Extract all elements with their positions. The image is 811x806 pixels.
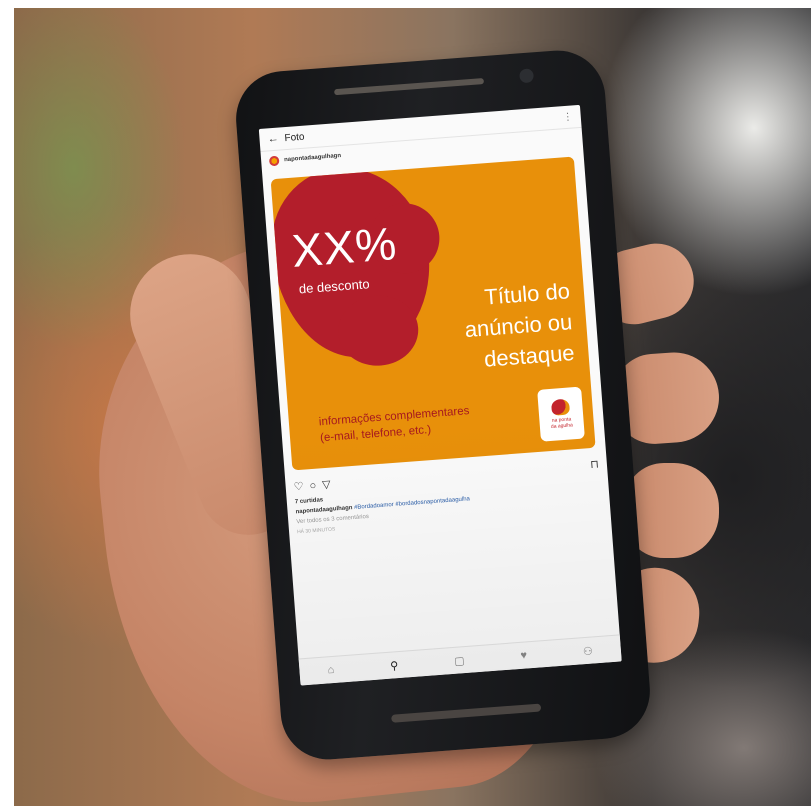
like-heart-icon[interactable]: ♡ bbox=[293, 480, 304, 494]
back-arrow-icon[interactable]: ← bbox=[267, 133, 279, 146]
discount-text: XX% bbox=[290, 217, 399, 277]
comment-icon[interactable]: ○ bbox=[309, 479, 317, 491]
smartphone: ← Foto ⋮ napontadaagulhagn XX% de descon… bbox=[232, 47, 654, 763]
earpiece-speaker bbox=[334, 78, 485, 96]
avatar[interactable] bbox=[268, 155, 280, 167]
phone-screen: ← Foto ⋮ napontadaagulhagn XX% de descon… bbox=[258, 104, 622, 686]
ad-image[interactable]: XX% de desconto Título do anúncio ou des… bbox=[270, 156, 596, 471]
bottom-navigation: ⌂ ⚲ ▢ ♥ ⚇ bbox=[298, 634, 622, 686]
bottom-speaker bbox=[391, 703, 542, 723]
ad-info: informações complementares (e-mail, tele… bbox=[318, 403, 471, 446]
logo-text: na ponta da agulha bbox=[550, 416, 573, 430]
page-title: Foto bbox=[284, 131, 305, 144]
activity-heart-icon[interactable]: ♥ bbox=[520, 649, 527, 661]
ad-headline: Título do anúncio ou destaque bbox=[461, 275, 576, 376]
brand-logo: na ponta da agulha bbox=[537, 386, 585, 442]
camera-icon[interactable]: ▢ bbox=[454, 654, 465, 668]
profile-icon[interactable]: ⚇ bbox=[582, 644, 594, 658]
share-icon[interactable]: ▽ bbox=[322, 478, 331, 492]
bookmark-icon[interactable]: ⊓ bbox=[590, 457, 599, 471]
more-options-icon[interactable]: ⋮ bbox=[562, 111, 573, 123]
home-icon[interactable]: ⌂ bbox=[327, 664, 335, 676]
search-icon[interactable]: ⚲ bbox=[390, 659, 399, 673]
logo-line: da agulha bbox=[550, 422, 574, 430]
front-camera bbox=[519, 68, 535, 84]
post-username[interactable]: napontadaagulhagn bbox=[284, 153, 341, 163]
heart-logo-icon bbox=[550, 398, 571, 416]
headline-line: destaque bbox=[483, 340, 576, 372]
